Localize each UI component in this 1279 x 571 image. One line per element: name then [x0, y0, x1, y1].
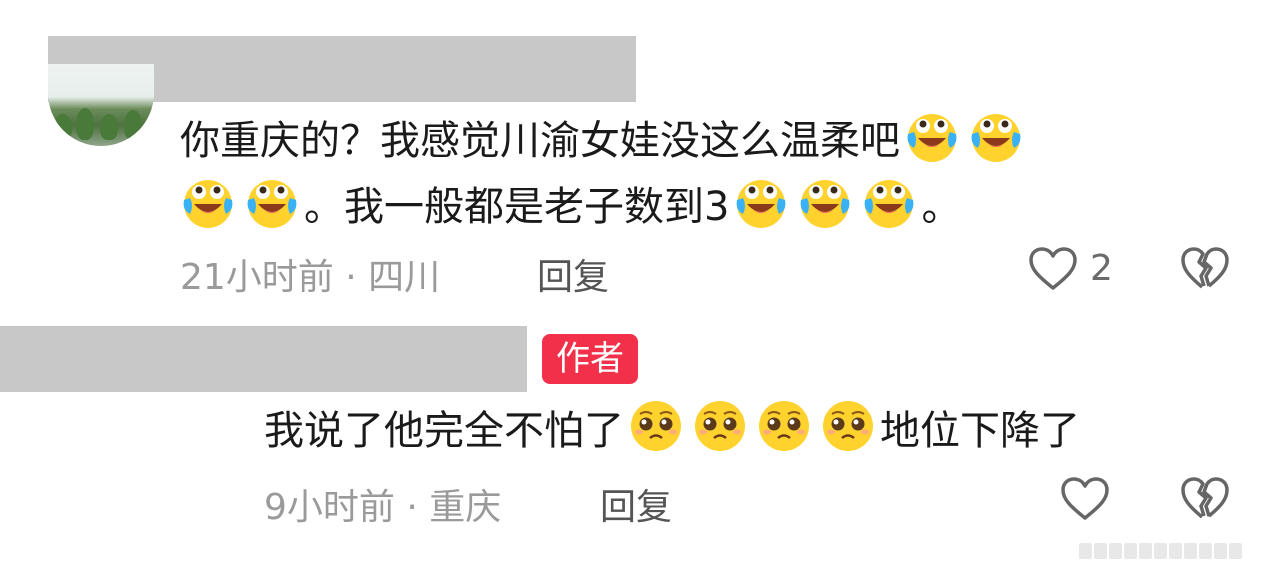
- comment-text-2-suffix: 地位下降了: [880, 408, 1080, 454]
- like-heart-icon[interactable]: [1060, 476, 1110, 522]
- watermark: [1079, 543, 1269, 565]
- pleading-face-emoji: [820, 398, 876, 454]
- redacted-username-2: [0, 326, 527, 392]
- like-heart-icon[interactable]: [1028, 246, 1078, 292]
- reply-button-2[interactable]: 回复: [600, 478, 672, 530]
- pleading-face-emoji: [756, 398, 812, 454]
- crying-laughing-emoji: [904, 108, 960, 164]
- comment-meta-1: 21小时前 · 四川: [180, 257, 441, 298]
- crying-laughing-emoji: [861, 174, 917, 230]
- crying-laughing-emoji: [733, 174, 789, 230]
- reply-button-1[interactable]: 回复: [537, 248, 609, 300]
- comment-text-2: 我说了他完全不怕了 地位下降了: [264, 398, 1080, 463]
- comment-text-line2-suffix: 。: [921, 184, 962, 230]
- dislike-broken-heart-icon[interactable]: [1180, 246, 1230, 292]
- author-badge: 作者: [542, 334, 638, 384]
- crying-laughing-emoji: [180, 174, 236, 230]
- comment-text-1: 你重庆的？我感觉川渝女娃没这么温柔吧: [180, 108, 1028, 173]
- pleading-face-emoji: [628, 398, 684, 454]
- crying-laughing-emoji: [797, 174, 853, 230]
- like-count: 2: [1090, 248, 1113, 289]
- comment-meta-2: 9小时前 · 重庆: [264, 487, 502, 528]
- avatar[interactable]: [48, 64, 154, 146]
- comment-text-line1: 你重庆的？我感觉川渝女娃没这么温柔吧: [180, 118, 900, 164]
- comment-text-2-prefix: 我说了他完全不怕了: [264, 408, 624, 454]
- comment-text-line2-prefix: 。我一般都是老子数到3: [304, 184, 730, 230]
- crying-laughing-emoji: [968, 108, 1024, 164]
- comment-text-1-line2: 。我一般都是老子数到3 。: [180, 174, 961, 239]
- crying-laughing-emoji: [244, 174, 300, 230]
- dislike-broken-heart-icon[interactable]: [1180, 476, 1230, 522]
- pleading-face-emoji: [692, 398, 748, 454]
